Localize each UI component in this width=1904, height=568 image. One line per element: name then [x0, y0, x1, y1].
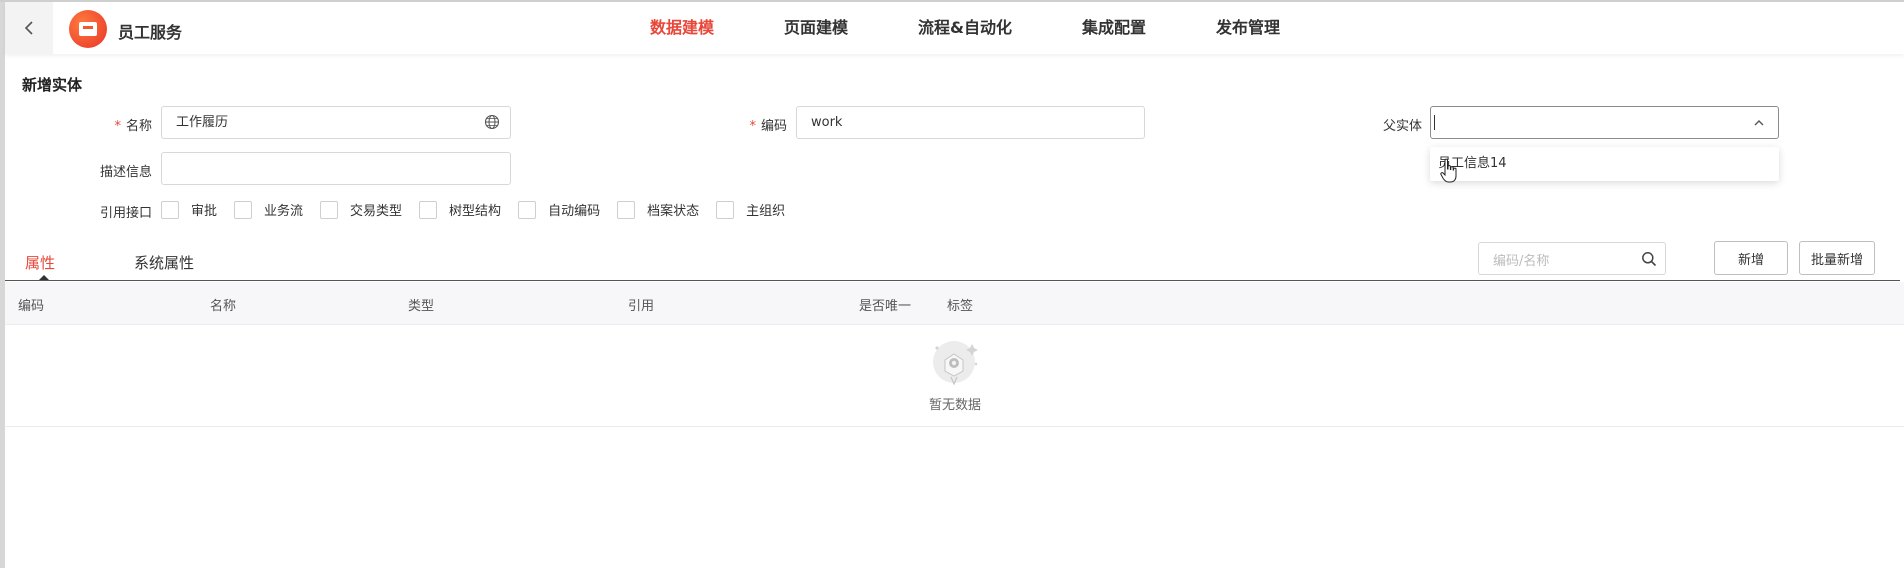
nav-integration-config[interactable]: 集成配置	[1047, 2, 1181, 54]
name-label-text: 名称	[125, 119, 152, 134]
page-title: 新增实体	[22, 76, 83, 94]
search-placeholder: 编码/名称	[1493, 254, 1550, 269]
checkbox-box[interactable]	[161, 200, 179, 219]
checkbox-label: 自动编码	[548, 204, 601, 219]
chevron-left-icon	[24, 21, 33, 35]
interfaces-label: 引用接口	[99, 206, 152, 221]
search-icon[interactable]	[1641, 251, 1657, 267]
checkbox-label: 审批	[191, 204, 218, 219]
checkbox-approval[interactable]: 审批	[161, 200, 217, 219]
checkbox-transaction-type[interactable]: 交易类型	[320, 200, 402, 219]
name-input-value: 工作履历	[176, 115, 229, 130]
empty-box-icon	[933, 341, 978, 386]
table-header: 编码 名称 类型 引用 是否唯一 标签	[5, 282, 1904, 325]
globe-icon[interactable]	[484, 114, 500, 130]
parent-entity-label: 父实体	[1382, 119, 1422, 134]
checkbox-business-flow[interactable]: 业务流	[234, 200, 303, 219]
checkbox-box[interactable]	[617, 200, 636, 219]
code-label-text: 编码	[760, 119, 787, 134]
add-button[interactable]: 新增	[1714, 241, 1788, 275]
checkbox-tree-structure[interactable]: 树型结构	[419, 200, 501, 219]
hand-pointer-icon	[1440, 158, 1457, 183]
column-unique: 是否唯一	[859, 299, 912, 314]
empty-state: 暂无数据	[920, 338, 990, 413]
search-input[interactable]: 编码/名称	[1478, 242, 1666, 275]
name-input[interactable]: 工作履历	[161, 106, 511, 139]
required-mark: *	[749, 119, 756, 134]
back-button[interactable]	[5, 2, 53, 54]
table-bottom-divider	[5, 426, 1904, 427]
tab-properties[interactable]: 属性	[25, 252, 55, 273]
checkbox-label: 树型结构	[449, 204, 502, 219]
interfaces-checkbox-group: 审批 业务流 交易类型 树型结构 自动编码 档案状态 主组织	[161, 200, 802, 219]
text-caret	[1434, 115, 1435, 130]
column-reference: 引用	[628, 299, 655, 314]
name-label: * 名称	[100, 115, 152, 134]
column-name: 名称	[210, 299, 237, 314]
checkbox-auto-code[interactable]: 自动编码	[518, 200, 600, 219]
nav-data-modeling[interactable]: 数据建模	[615, 2, 749, 54]
checkbox-label: 主组织	[746, 204, 786, 219]
column-code: 编码	[18, 299, 45, 314]
checkbox-label: 业务流	[264, 204, 304, 219]
code-input-value: work	[811, 115, 843, 130]
parent-entity-select[interactable]	[1430, 106, 1779, 139]
tab-system-properties[interactable]: 系统属性	[134, 252, 194, 273]
checkbox-main-org[interactable]: 主组织	[716, 200, 785, 219]
checkbox-box[interactable]	[320, 200, 339, 219]
column-tags: 标签	[947, 299, 974, 314]
app-logo	[69, 10, 107, 48]
checkbox-box[interactable]	[419, 200, 438, 219]
nav-page-modeling[interactable]: 页面建模	[749, 2, 883, 54]
nav-process-automation[interactable]: 流程&自动化	[883, 2, 1047, 54]
description-label: 描述信息	[99, 165, 152, 180]
code-input[interactable]: work	[796, 106, 1145, 139]
app-name: 员工服务	[118, 23, 183, 42]
column-type: 类型	[408, 299, 435, 314]
checkbox-box[interactable]	[716, 200, 735, 219]
checkbox-box[interactable]	[234, 200, 253, 219]
empty-state-text: 暂无数据	[928, 398, 981, 413]
chevron-up-icon[interactable]	[1752, 116, 1766, 130]
checkbox-box[interactable]	[518, 200, 537, 219]
dropdown-option[interactable]: 员工信息14	[1430, 147, 1779, 181]
parent-entity-dropdown: 员工信息14	[1430, 147, 1779, 181]
nav-release-management[interactable]: 发布管理	[1181, 2, 1315, 54]
code-label: * 编码	[740, 115, 787, 134]
top-nav: 数据建模 页面建模 流程&自动化 集成配置 发布管理	[615, 2, 1315, 54]
required-mark: *	[114, 119, 121, 134]
app-header: 员工服务 数据建模 页面建模 流程&自动化 集成配置 发布管理	[5, 2, 1904, 54]
checkbox-archive-status[interactable]: 档案状态	[617, 200, 699, 219]
tabs-divider	[5, 280, 1900, 281]
checkbox-label: 交易类型	[350, 204, 403, 219]
logo-icon	[79, 22, 97, 36]
description-input[interactable]	[161, 152, 511, 185]
batch-add-button[interactable]: 批量新增	[1799, 241, 1875, 275]
checkbox-label: 档案状态	[647, 204, 700, 219]
